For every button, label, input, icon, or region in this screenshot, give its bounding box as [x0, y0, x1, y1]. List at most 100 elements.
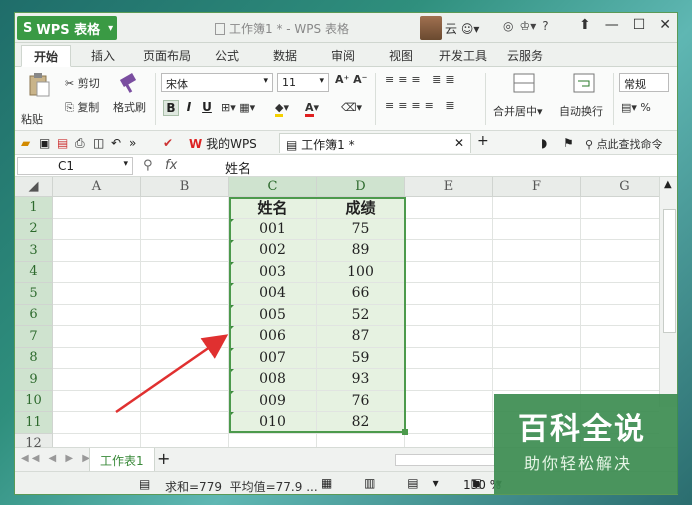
underline-button[interactable]: U [199, 100, 215, 116]
column-header-f[interactable]: F [493, 177, 581, 197]
row-header[interactable]: 12 [15, 433, 53, 447]
grid-cell[interactable] [405, 369, 493, 391]
row-header[interactable]: 1 [15, 197, 53, 219]
grid-cell[interactable] [53, 197, 141, 219]
grid-cell[interactable]: 75 [317, 218, 405, 240]
grid-cell[interactable] [493, 240, 581, 262]
grid-cell[interactable] [141, 240, 229, 262]
grid-cell[interactable]: 82 [317, 412, 405, 434]
help-icon[interactable]: ? [542, 19, 548, 33]
row-header[interactable]: 7 [15, 326, 53, 348]
close-button[interactable]: ✕ [659, 17, 671, 33]
sync-icon[interactable]: ◎ [503, 19, 513, 33]
grid-cell[interactable] [141, 304, 229, 326]
wrap-text-button[interactable]: 自动换行 [559, 103, 603, 119]
grid-cell[interactable]: 姓名 [229, 197, 317, 219]
open-folder-icon[interactable]: ▰ [21, 136, 33, 150]
column-header-b[interactable]: B [141, 177, 229, 197]
bold-button[interactable]: B [163, 100, 179, 116]
grid-cell[interactable] [581, 283, 659, 305]
grid-cell[interactable]: 001 [229, 218, 317, 240]
grid-cell[interactable] [53, 261, 141, 283]
skin-icon[interactable]: ♔▾ [519, 19, 536, 33]
font-size-select[interactable]: 11 ▾ [277, 73, 329, 92]
grid-cell[interactable] [493, 347, 581, 369]
grid-cell[interactable] [405, 283, 493, 305]
tab-formulas[interactable]: 公式 [215, 47, 239, 64]
maximize-button[interactable]: ☐ [633, 17, 646, 33]
row-header[interactable]: 4 [15, 261, 53, 283]
tab-workbook[interactable]: ▤ 工作簿1 * ✕ [279, 133, 471, 153]
row-header[interactable]: 3 [15, 240, 53, 262]
grid-cell[interactable] [141, 261, 229, 283]
column-header-d[interactable]: D [317, 177, 405, 197]
grid-cell[interactable] [581, 326, 659, 348]
flag-icon[interactable]: ⚑ [563, 136, 575, 150]
grid-cell[interactable] [405, 261, 493, 283]
grid-cell[interactable]: 008 [229, 369, 317, 391]
select-all-corner[interactable]: ◢ [15, 177, 53, 197]
grid-cell[interactable] [317, 433, 405, 447]
grid-cell[interactable] [581, 240, 659, 262]
grid-cell[interactable] [141, 218, 229, 240]
undo-icon[interactable]: ↶ [111, 136, 123, 150]
tab-data[interactable]: 数据 [273, 47, 297, 64]
formula-input[interactable]: 姓名 [225, 158, 251, 177]
scroll-thumb[interactable] [663, 209, 676, 333]
grid-cell[interactable] [493, 197, 581, 219]
grid-cell[interactable]: 59 [317, 347, 405, 369]
percent-button[interactable]: ▤▾ % [621, 101, 651, 114]
grid-cell[interactable] [141, 197, 229, 219]
wrap-text-icon[interactable] [573, 73, 595, 93]
align-horizontal-buttons[interactable]: ≡≡≡≡ ≣ [385, 99, 459, 112]
scroll-up-icon[interactable]: ▲ [664, 179, 672, 190]
app-menu-button[interactable]: S WPS 表格 ▾ [17, 16, 117, 40]
grid-cell[interactable]: 007 [229, 347, 317, 369]
row-header[interactable]: 5 [15, 283, 53, 305]
grid-cell[interactable] [53, 347, 141, 369]
grid-cell[interactable] [581, 262, 659, 283]
vertical-scrollbar[interactable]: ▲ [659, 177, 677, 407]
grid-cell[interactable] [53, 390, 141, 412]
grid-cell[interactable] [405, 433, 493, 447]
column-header-e[interactable]: E [405, 177, 493, 197]
export-pdf-icon[interactable]: ▤ [57, 136, 69, 150]
grid-cell[interactable] [405, 347, 493, 369]
grid-cell[interactable] [581, 305, 659, 326]
grid-cell[interactable] [53, 369, 141, 391]
grid-cell[interactable] [581, 348, 659, 369]
name-box[interactable]: C1 ▾ [17, 157, 133, 175]
tab-view[interactable]: 视图 [389, 47, 413, 64]
grid-cell[interactable] [405, 197, 493, 219]
grid-cell[interactable] [405, 390, 493, 412]
grid-cell[interactable] [53, 304, 141, 326]
fx-icon[interactable]: fx [165, 158, 177, 173]
grid-cell[interactable] [141, 412, 229, 434]
grid-cell[interactable] [141, 283, 229, 305]
clear-format-button[interactable]: ⌫▾ [341, 101, 362, 114]
avatar[interactable] [420, 16, 442, 40]
grid-cell[interactable] [53, 240, 141, 262]
zoom-search-icon[interactable]: ⚲ [143, 158, 153, 173]
grid-cell[interactable] [405, 304, 493, 326]
grid-cell[interactable]: 成绩 [317, 197, 405, 219]
grid-cell[interactable] [141, 326, 229, 348]
grid-cell[interactable]: 93 [317, 369, 405, 391]
grid-cell[interactable] [141, 369, 229, 391]
pin-icon[interactable]: ✔ [163, 136, 175, 150]
cut-button[interactable]: ✂ 剪切 [65, 75, 100, 91]
row-header[interactable]: 11 [15, 412, 53, 434]
column-header-a[interactable]: A [53, 177, 141, 197]
border-button[interactable]: ⊞▾ ▦▾ [221, 101, 255, 114]
add-sheet-button[interactable]: + [157, 449, 170, 468]
cloud-doc-icon[interactable]: ◗ [541, 136, 553, 150]
command-search[interactable]: ⚲ 点此查找命令 [585, 136, 663, 152]
number-format-select[interactable]: 常规 [619, 73, 669, 92]
row-header[interactable]: 6 [15, 304, 53, 326]
grid-cell[interactable]: 009 [229, 390, 317, 412]
tab-home[interactable]: 开始 [21, 45, 72, 67]
grid-cell[interactable]: 66 [317, 283, 405, 305]
more-icon[interactable]: » [129, 136, 141, 150]
grid-cell[interactable]: 005 [229, 304, 317, 326]
font-color-button[interactable]: A▾ [305, 101, 319, 117]
